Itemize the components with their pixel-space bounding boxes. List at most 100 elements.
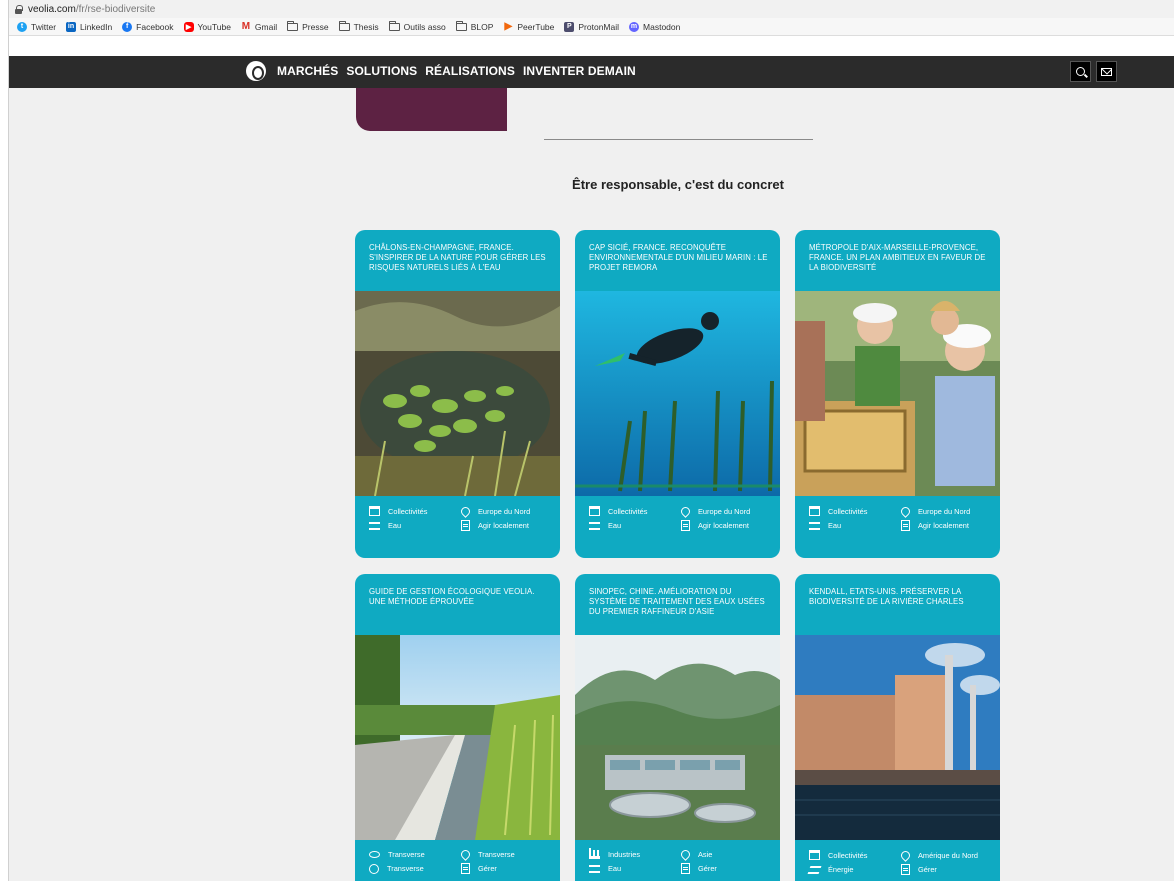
mastodon-icon: m <box>629 21 640 32</box>
bookmark-mastodon[interactable]: m Mastodon <box>629 21 680 32</box>
bookmark-gmail[interactable]: M Gmail <box>241 21 277 32</box>
card-tags: Collectivités Europe du Nord Eau Agir lo… <box>575 496 780 531</box>
tag-market[interactable]: Collectivités <box>369 506 461 516</box>
bookmark-linkedin[interactable]: in LinkedIn <box>66 21 112 32</box>
tag-activity[interactable]: Eau <box>369 520 461 531</box>
folder-icon <box>388 20 400 31</box>
document-icon <box>681 520 690 531</box>
location-icon <box>459 504 472 518</box>
bookmark-folder-thesis[interactable]: Thesis <box>338 20 379 32</box>
water-treatment-plant-image <box>575 635 780 840</box>
bookmark-folder-blop[interactable]: BLOP <box>455 20 493 32</box>
tag-region[interactable]: Europe du Nord <box>899 504 1000 518</box>
tag-action[interactable]: Agir localement <box>901 520 1000 531</box>
tag-action[interactable]: Agir localement <box>461 520 560 531</box>
tag-activity[interactable]: Eau <box>589 520 681 531</box>
water-icon <box>589 864 600 873</box>
energy-icon <box>807 865 822 874</box>
linkedin-icon: in <box>66 21 77 32</box>
card-tags: Collectivités Europe du Nord Eau Agir lo… <box>355 496 560 531</box>
tag-activity[interactable]: Transverse <box>369 863 461 874</box>
tag-action[interactable]: Agir localement <box>681 520 780 531</box>
address-bar[interactable]: veolia.com/fr/rse-biodiversite <box>9 0 1174 18</box>
tag-market[interactable]: Collectivités <box>809 850 901 860</box>
nav-link-solutions[interactable]: SOLUTIONS <box>346 64 417 78</box>
tag-market[interactable]: Transverse <box>369 850 461 859</box>
bookmark-youtube[interactable]: ▶ YouTube <box>183 21 231 32</box>
children-beehive-image <box>795 291 1000 496</box>
protonmail-icon: P <box>564 21 575 32</box>
gmail-icon: M <box>241 21 251 32</box>
bookmark-twitter[interactable]: t Twitter <box>17 21 56 32</box>
building-icon <box>809 506 820 516</box>
tag-activity[interactable]: Eau <box>809 520 901 531</box>
nav-link-inventer-demain[interactable]: INVENTER DEMAIN <box>523 64 636 78</box>
veolia-circle-icon <box>369 863 379 874</box>
card-title: CAP SICIÉ, FRANCE. RECONQUÊTE ENVIRONNEM… <box>589 243 768 273</box>
document-icon <box>461 520 470 531</box>
tag-region[interactable]: Transverse <box>459 848 560 861</box>
tag-region[interactable]: Europe du Nord <box>679 504 780 518</box>
bookmark-protonmail[interactable]: P ProtonMail <box>564 21 619 32</box>
nav-link-realisations[interactable]: RÉALISATIONS <box>425 64 515 78</box>
folder-icon <box>338 20 350 31</box>
search-button[interactable] <box>1070 61 1091 82</box>
building-icon <box>589 506 600 516</box>
diver-underwater-image <box>575 291 780 496</box>
location-icon <box>679 848 692 861</box>
folder-icon <box>287 20 299 31</box>
location-icon <box>679 504 692 518</box>
card-title: GUIDE DE GESTION ÉCOLOGIQUE VEOLIA. UNE … <box>369 587 535 607</box>
pond-water-lilies-image <box>355 291 560 496</box>
bookmarks-bar: t Twitter in LinkedIn f Facebook ▶ YouTube M… <box>9 18 1174 36</box>
tag-market[interactable]: Collectivités <box>589 506 681 516</box>
building-icon <box>369 506 380 516</box>
case-study-card-sinopec[interactable]: SINOPEC, CHINE. AMÉLIORATION DU SYSTÈME … <box>575 574 780 881</box>
factory-icon <box>589 847 600 859</box>
cut-off-button[interactable] <box>356 88 507 131</box>
power-plant-river-image <box>795 635 1000 840</box>
facebook-icon: f <box>122 21 133 32</box>
bookmark-facebook[interactable]: f Facebook <box>122 21 174 32</box>
tag-market[interactable]: Collectivités <box>809 506 901 516</box>
card-title: KENDALL, ETATS-UNIS. PRÉSERVER LA BIODIV… <box>809 587 964 607</box>
card-title: CHÂLONS-EN-CHAMPAGNE, FRANCE. S'INSPIRER… <box>369 243 546 273</box>
mail-icon <box>1101 67 1112 76</box>
contact-button[interactable] <box>1096 61 1117 82</box>
water-icon <box>589 521 600 530</box>
tag-action[interactable]: Gérer <box>901 864 1000 875</box>
section-divider <box>544 139 813 140</box>
twitter-icon: t <box>17 21 27 32</box>
bookmark-peertube[interactable]: ▶ PeerTube <box>503 21 555 32</box>
location-icon <box>899 848 912 862</box>
tag-action[interactable]: Gérer <box>461 863 560 874</box>
document-icon <box>901 864 910 875</box>
case-study-card-cap-sicie[interactable]: CAP SICIÉ, FRANCE. RECONQUÊTE ENVIRONNEM… <box>575 230 780 558</box>
tag-region[interactable]: Amérique du Nord <box>899 848 1000 862</box>
youtube-icon: ▶ <box>183 21 194 32</box>
case-study-card-kendall[interactable]: KENDALL, ETATS-UNIS. PRÉSERVER LA BIODIV… <box>795 574 1000 881</box>
bookmark-folder-presse[interactable]: Presse <box>287 20 329 32</box>
tag-region[interactable]: Europe du Nord <box>459 504 560 518</box>
case-study-card-chalons[interactable]: CHÂLONS-EN-CHAMPAGNE, FRANCE. S'INSPIRER… <box>355 230 560 558</box>
tag-activity[interactable]: Eau <box>589 863 681 874</box>
section-title: Être responsable, c'est du concret <box>572 177 784 192</box>
eye-icon <box>369 851 380 858</box>
url-host: veolia.com <box>28 3 76 15</box>
veolia-logo-icon[interactable] <box>246 61 266 81</box>
water-icon <box>369 521 380 530</box>
page-content: Être responsable, c'est du concret CHÂLO… <box>9 88 1174 881</box>
building-icon <box>809 850 820 860</box>
tag-activity[interactable]: Énergie <box>807 864 901 875</box>
folder-icon <box>455 20 467 31</box>
case-study-card-aix-marseille[interactable]: MÉTROPOLE D'AIX-MARSEILLE-PROVENCE, FRAN… <box>795 230 1000 558</box>
tag-region[interactable]: Asie <box>679 848 780 861</box>
url-path: /fr/rse-biodiversite <box>75 3 156 15</box>
case-study-card-guide-gestion[interactable]: GUIDE DE GESTION ÉCOLOGIQUE VEOLIA. UNE … <box>355 574 560 881</box>
nav-link-marches[interactable]: MARCHÉS <box>277 64 338 78</box>
browser-window: veolia.com/fr/rse-biodiversite t Twitter … <box>8 0 1174 881</box>
tag-action[interactable]: Gérer <box>681 863 780 874</box>
bookmark-folder-outils-asso[interactable]: Outils asso <box>388 20 446 32</box>
card-tags: Transverse Transverse Transverse Gérer <box>355 840 560 874</box>
tag-market[interactable]: Industries <box>589 847 681 859</box>
